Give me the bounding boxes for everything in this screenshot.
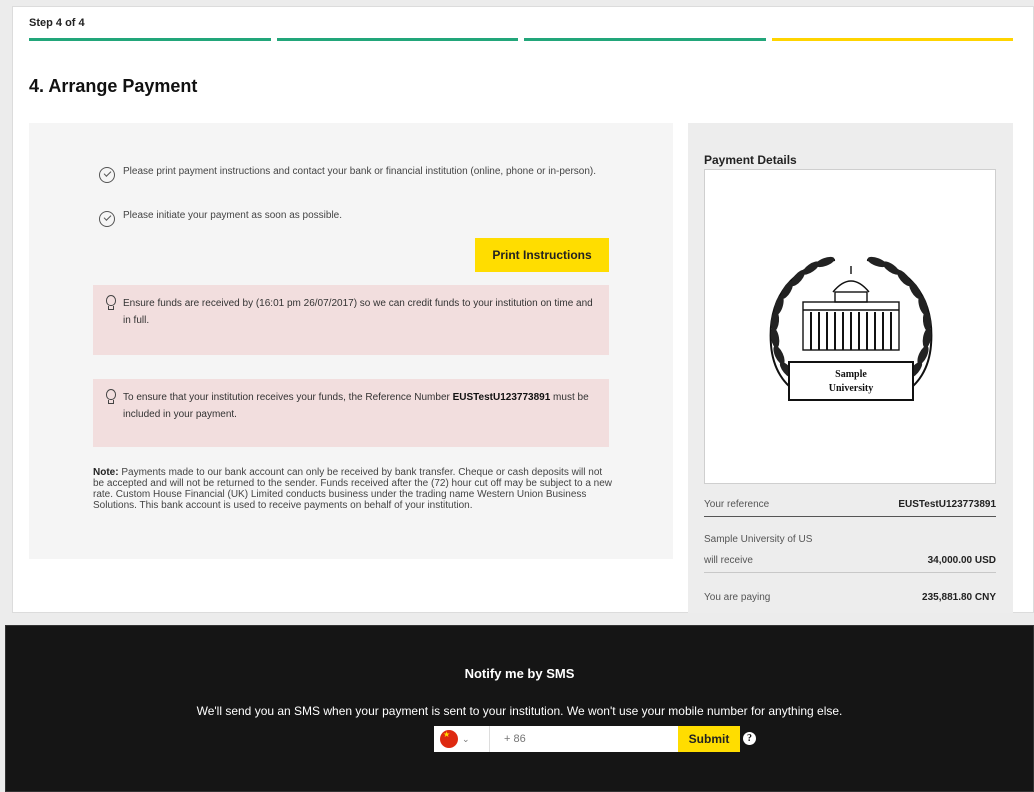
progress-bar	[29, 38, 1013, 42]
progress-segment-2	[276, 38, 518, 41]
reference-prefix: To ensure that your institution receives…	[123, 392, 453, 403]
main-card: Step 4 of 4 4. Arrange Payment Please pr…	[12, 6, 1034, 613]
sms-submit-button[interactable]: Submit	[678, 726, 740, 752]
note-text: Payments made to our bank account can on…	[93, 467, 613, 511]
university-logo-box: Sample University	[704, 169, 996, 484]
institution-row: Sample University of US	[704, 534, 996, 545]
note-label: Note:	[93, 467, 119, 478]
payment-note: Note: Payments made to our bank account …	[93, 467, 613, 511]
university-logo-icon: Sample University	[769, 256, 933, 401]
paying-label: You are paying	[704, 592, 771, 603]
instruction-text: Please print payment instructions and co…	[123, 166, 597, 177]
receive-label: will receive	[704, 555, 753, 566]
payment-details-panel: Payment Details Sample University Your r…	[688, 123, 1013, 613]
payment-details-title: Payment Details	[704, 153, 797, 167]
check-circle-icon	[99, 167, 115, 183]
logo-text-line2: University	[829, 383, 873, 394]
reference-value: EUSTestU123773891	[898, 499, 996, 510]
check-circle-icon	[99, 211, 115, 227]
sms-title: Notify me by SMS	[464, 666, 575, 681]
page-title: 4. Arrange Payment	[29, 76, 198, 96]
funds-deadline-text: Ensure funds are received by (16:01 pm 2…	[123, 298, 593, 326]
step-label: Step 4 of 4	[29, 17, 85, 29]
instruction-item-initiate: Please initiate your payment as soon as …	[99, 209, 609, 227]
instructions-panel: Please print payment instructions and co…	[29, 123, 673, 559]
instruction-item-print: Please print payment instructions and co…	[99, 165, 609, 183]
help-info-icon[interactable]: ?	[743, 732, 756, 745]
phone-number-input[interactable]	[490, 726, 678, 752]
progress-segment-3	[524, 38, 766, 41]
logo-text-line1: Sample	[835, 369, 867, 380]
lightbulb-icon	[105, 389, 117, 407]
sms-description: We'll send you an SMS when your payment …	[196, 704, 843, 718]
instruction-text: Please initiate your payment as soon as …	[123, 210, 343, 221]
paying-value: 235,881.80 CNY	[922, 592, 996, 603]
reference-number: EUSTestU123773891	[452, 392, 551, 403]
institution-name: Sample University of US	[704, 534, 813, 545]
funds-deadline-notice: Ensure funds are received by (16:01 pm 2…	[93, 285, 609, 355]
divider	[704, 516, 996, 517]
reference-notice: To ensure that your institution receives…	[93, 379, 609, 447]
paying-row: You are paying 235,881.80 CNY	[704, 592, 996, 603]
receive-value: 34,000.00 USD	[927, 555, 996, 566]
sms-form: ⌄ Submit ?	[434, 726, 756, 752]
sms-notify-section: Notify me by SMS We'll send you an SMS w…	[5, 625, 1034, 792]
reference-notice-text: To ensure that your institution receives…	[123, 389, 595, 423]
receive-row: will receive 34,000.00 USD	[704, 555, 996, 566]
progress-segment-1	[29, 38, 271, 41]
country-code-select[interactable]: ⌄	[434, 726, 490, 752]
china-flag-icon	[440, 730, 458, 748]
print-instructions-button[interactable]: Print Instructions	[475, 238, 609, 272]
reference-row: Your reference EUSTestU123773891	[704, 499, 996, 510]
chevron-down-icon: ⌄	[462, 733, 470, 744]
divider	[704, 572, 996, 573]
lightbulb-icon	[105, 295, 117, 313]
progress-segment-4	[771, 38, 1013, 41]
reference-label: Your reference	[704, 499, 770, 510]
